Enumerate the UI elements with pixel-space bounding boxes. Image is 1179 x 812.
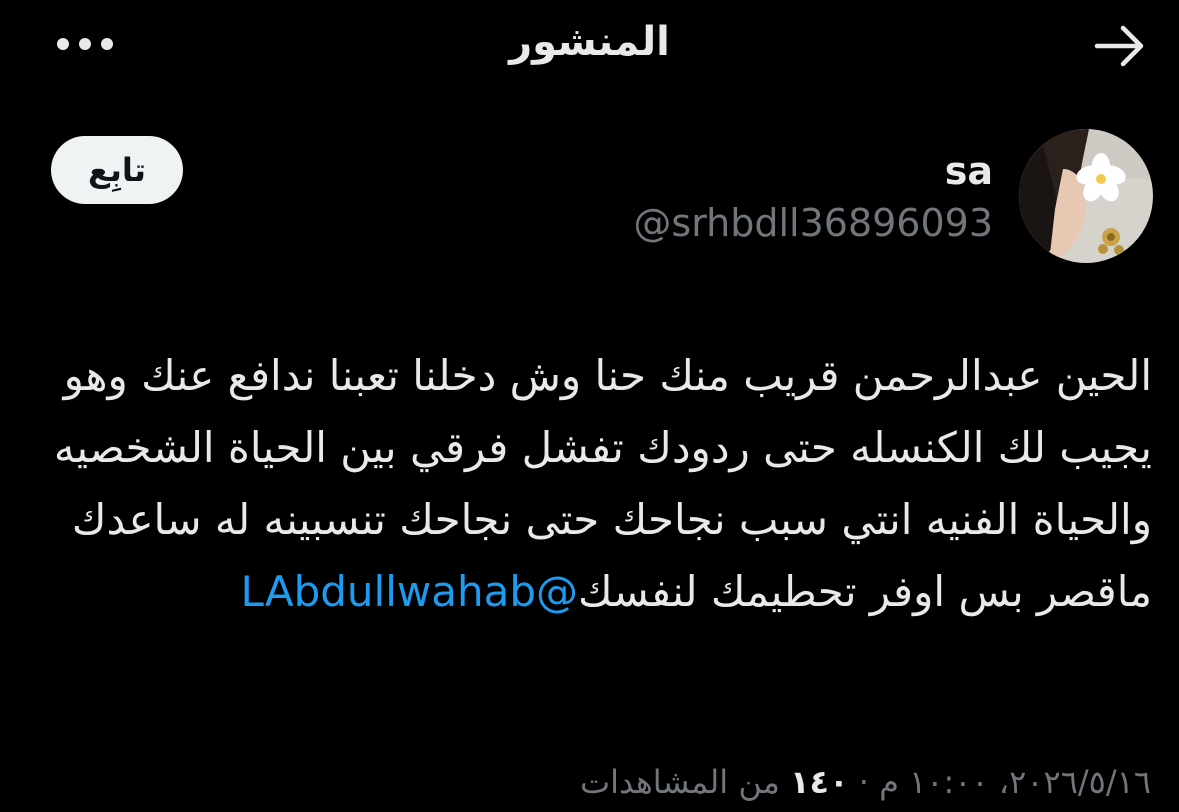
page-title: المنشور	[509, 19, 670, 65]
views-label: من المشاهدات	[580, 763, 780, 801]
tweet-text-content: الحين عبدالرحمن قريب منك حنا وش دخلنا تع…	[53, 351, 1152, 616]
author-handle[interactable]: @srhbdll36896093	[633, 198, 993, 248]
mention-link[interactable]: @LAbdullwahab	[241, 567, 578, 616]
tweet-text: الحين عبدالرحمن قريب منك حنا وش دخلنا تع…	[40, 340, 1152, 628]
author-display-name[interactable]: sa	[945, 146, 993, 196]
views-count: ١٤٠	[790, 763, 849, 801]
back-button[interactable]	[1085, 18, 1155, 74]
follow-button[interactable]: تابِع	[51, 136, 183, 204]
arrow-right-icon	[1094, 25, 1144, 67]
avatar[interactable]	[1019, 129, 1153, 263]
tweet-timestamp[interactable]: ٢٠٢٦/٥/١٦، ١٠:٠٠ م	[879, 763, 1151, 801]
top-bar: المنشور	[0, 0, 1179, 90]
tweet-metadata: ٢٠٢٦/٥/١٦، ١٠:٠٠ م · ١٤٠ من المشاهدات	[580, 763, 1151, 801]
